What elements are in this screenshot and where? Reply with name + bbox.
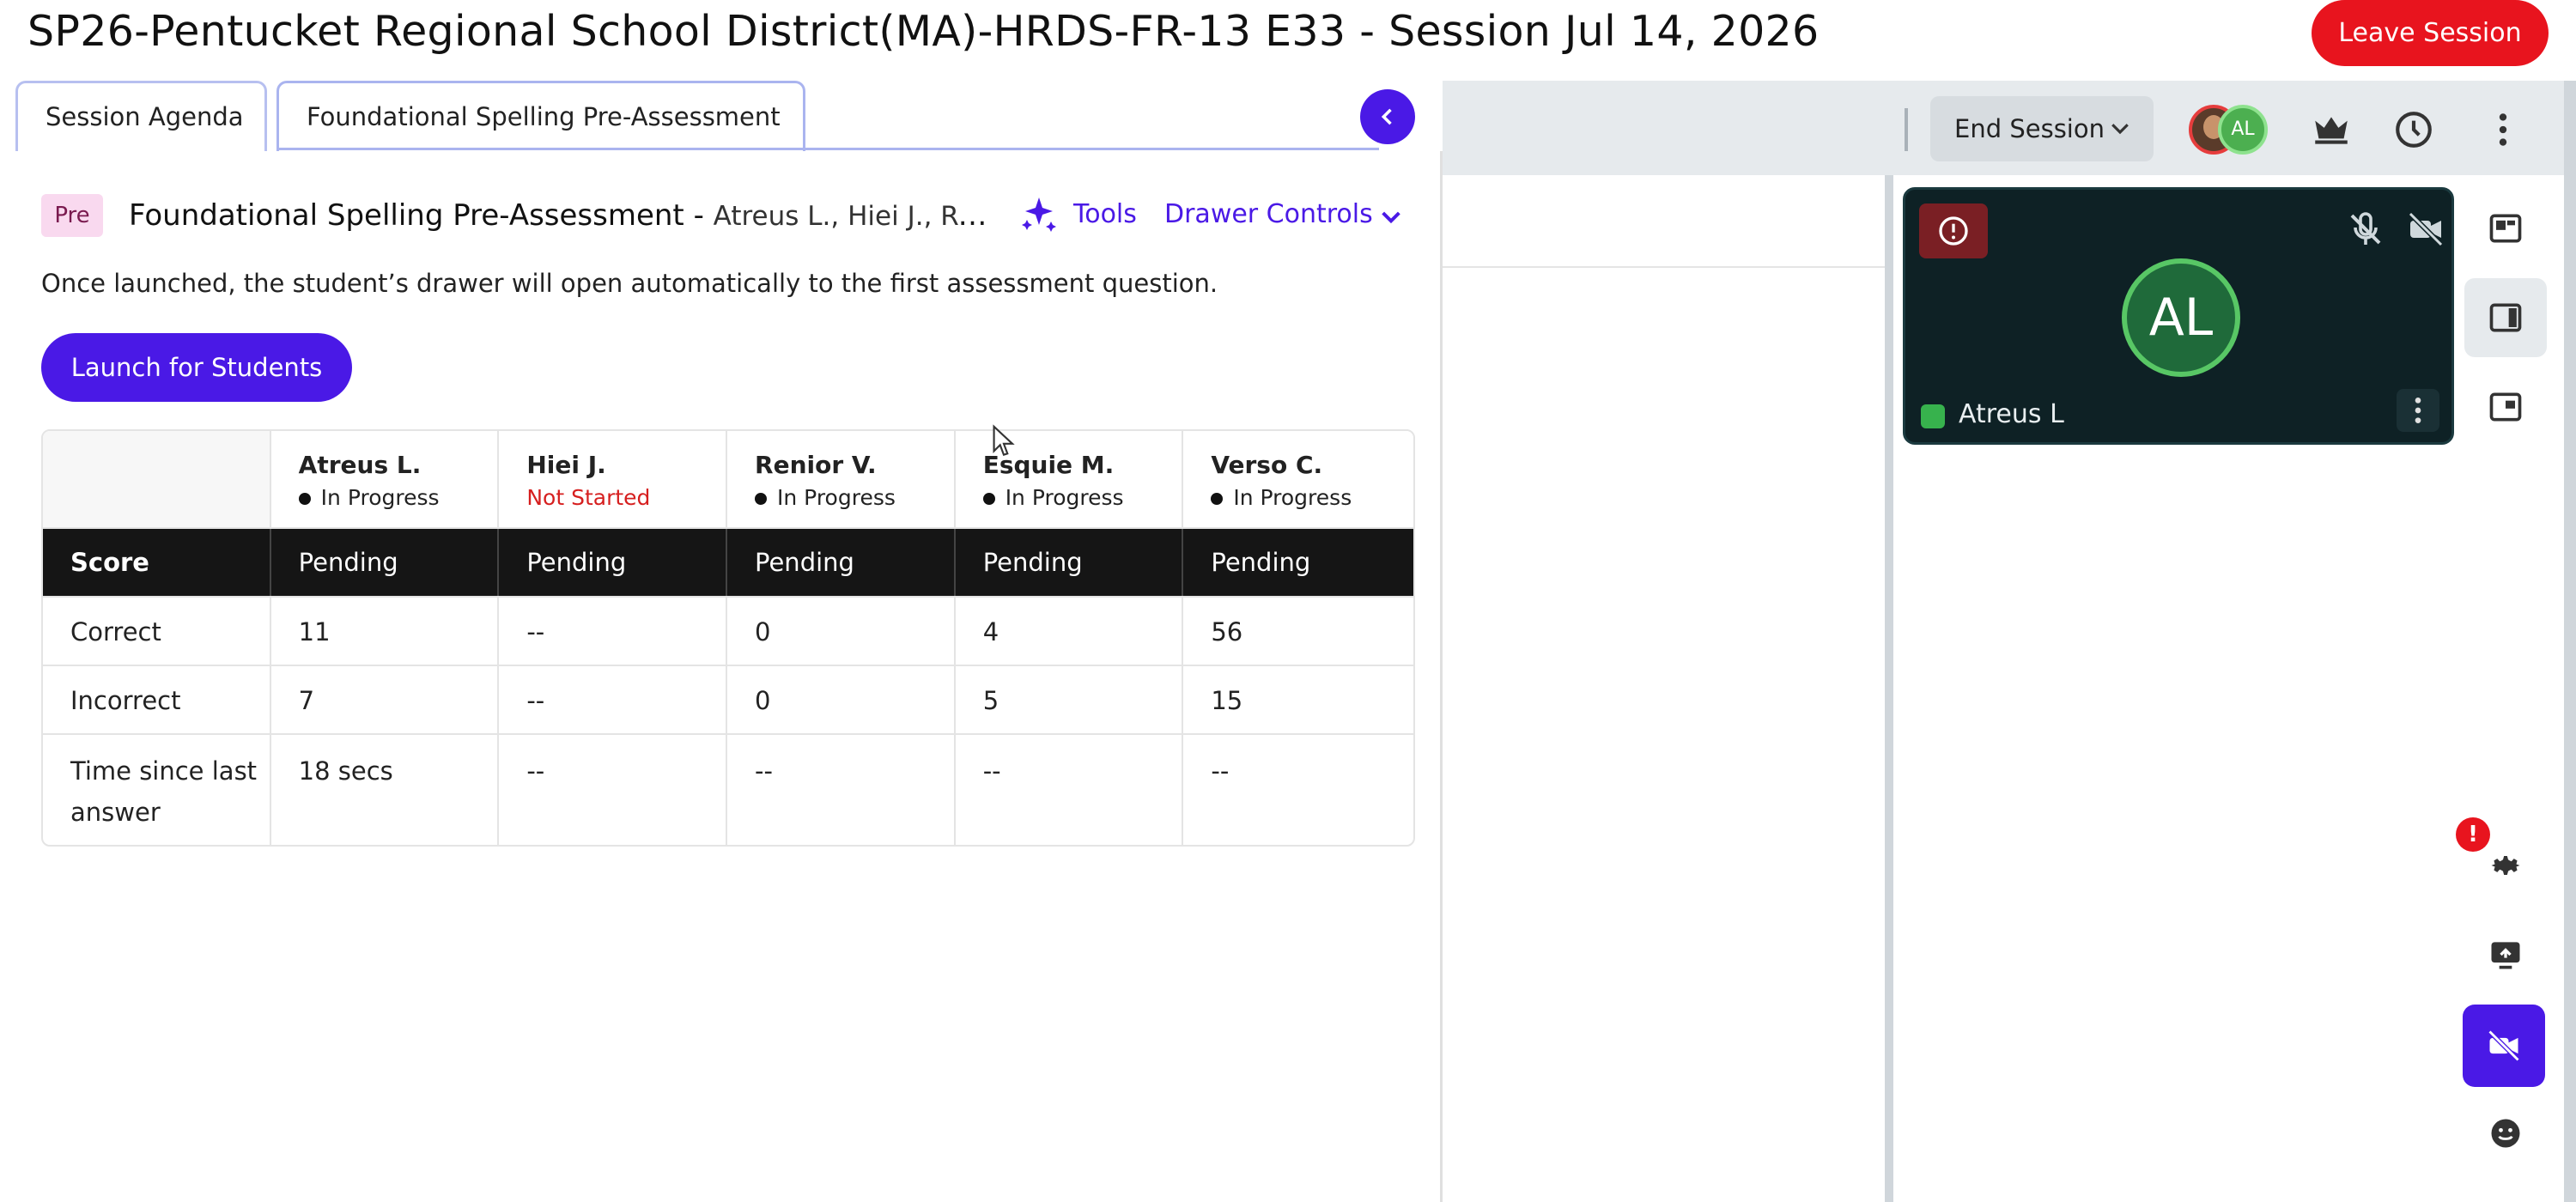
- clock-icon[interactable]: [2392, 108, 2435, 151]
- student-status: In Progress: [1211, 483, 1413, 513]
- camera-off-icon: [2408, 211, 2444, 247]
- table-corner-cell: [43, 431, 271, 527]
- row-label: Time since last answer: [43, 735, 271, 845]
- table-row: Time since last answer 18 secs -- -- -- …: [43, 735, 1413, 845]
- screen-share-icon[interactable]: [2487, 936, 2524, 974]
- student-name: Renior V.: [755, 451, 877, 479]
- camera-off-icon: [2488, 1029, 2520, 1062]
- pre-badge: Pre: [41, 194, 103, 237]
- chevron-left-icon: [1381, 108, 1392, 125]
- avatar[interactable]: AL: [2218, 105, 2268, 155]
- grid-layout-icon: [2489, 214, 2522, 243]
- participant-avatar: AL: [2122, 258, 2240, 377]
- table-row: Score Pending Pending Pending Pending Pe…: [43, 529, 1413, 598]
- app-header: SP26-Pentucket Regional School District(…: [0, 0, 2576, 81]
- collapse-drawer-button[interactable]: [1360, 89, 1415, 144]
- emoji-icon[interactable]: [2487, 1114, 2524, 1152]
- table-cell: 5: [956, 666, 1184, 733]
- toolbar-divider: [1905, 108, 1908, 151]
- table-cell: 11: [271, 598, 500, 665]
- table-cell: Pending: [956, 529, 1184, 596]
- page-title: SP26-Pentucket Regional School District(…: [27, 7, 1820, 56]
- sidebar-layout-icon: [2489, 303, 2522, 332]
- tile-more-button[interactable]: [2397, 389, 2439, 432]
- table-cell: Pending: [727, 529, 956, 596]
- student-status: Not Started: [526, 485, 651, 510]
- more-vertical-icon[interactable]: [2482, 108, 2524, 151]
- row-label: Incorrect: [43, 666, 271, 733]
- table-cell: --: [1211, 756, 1230, 786]
- table-cell: 7: [271, 666, 500, 733]
- row-label: Score: [43, 529, 271, 596]
- launch-for-students-button[interactable]: Launch for Students: [41, 333, 352, 402]
- end-session-button[interactable]: End Session: [1930, 96, 2154, 161]
- table-cell: --: [499, 735, 728, 845]
- table-row: Correct 11 -- 0 4 56: [43, 598, 1413, 666]
- alert-icon: [1939, 216, 1968, 246]
- stage-divider: [1443, 266, 1885, 268]
- student-header: Hiei J. Not Started: [499, 431, 728, 527]
- pip-layout-icon: [2489, 392, 2522, 422]
- students-summary: Atreus L., Hiei J., Re...: [713, 201, 987, 232]
- camera-toggle-button[interactable]: [2463, 1005, 2545, 1087]
- student-status: In Progress: [298, 483, 498, 513]
- assessment-title: Foundational Spelling Pre-Assessment - A…: [129, 194, 987, 238]
- notification-badge: !: [2456, 817, 2490, 852]
- alert-badge[interactable]: [1919, 203, 1988, 258]
- mic-off-icon: [2350, 212, 2381, 245]
- table-cell: --: [499, 598, 728, 665]
- tab-foundational-spelling[interactable]: Foundational Spelling Pre-Assessment: [276, 81, 805, 151]
- launch-info-text: Once launched, the student’s drawer will…: [41, 269, 1218, 298]
- gear-icon[interactable]: [2487, 847, 2524, 884]
- more-vertical-icon: [2415, 398, 2421, 423]
- table-cell: Pending: [271, 529, 500, 596]
- student-status: In Progress: [982, 483, 1182, 513]
- table-cell: 0: [727, 666, 956, 733]
- table-cell: 56: [1211, 617, 1243, 647]
- tab-session-agenda[interactable]: Session Agenda: [15, 81, 267, 151]
- end-session-label: End Session: [1954, 114, 2105, 143]
- table-cell: 15: [1211, 686, 1243, 715]
- table-cell: --: [956, 735, 1184, 845]
- video-tile[interactable]: AL Atreus L: [1903, 187, 2454, 445]
- participant-name: Atreus L: [1959, 399, 2064, 429]
- chevron-down-icon: [2111, 124, 2129, 135]
- table-cell: --: [499, 666, 728, 733]
- table-cell: Pending: [1211, 548, 1311, 577]
- student-header: Esquie M. In Progress: [956, 431, 1184, 527]
- student-name: Hiei J.: [526, 451, 606, 479]
- drawer-controls-link[interactable]: Drawer Controls: [1164, 194, 1373, 235]
- leave-session-button[interactable]: Leave Session: [2312, 0, 2549, 66]
- table-cell: 0: [727, 598, 956, 665]
- status-indicator: [1921, 404, 1945, 428]
- table-row: Incorrect 7 -- 0 5 15: [43, 666, 1413, 735]
- title-separator: -: [693, 198, 704, 233]
- stage-area: [1374, 175, 1885, 1202]
- chevron-down-icon[interactable]: [1377, 203, 1405, 230]
- row-label: Correct: [43, 598, 271, 665]
- assessment-name: Foundational Spelling Pre-Assessment: [129, 198, 684, 233]
- table-cell: 18 secs: [271, 735, 500, 845]
- score-table: Atreus L. In Progress Hiei J. Not Starte…: [41, 429, 1415, 847]
- student-name: Atreus L.: [298, 451, 422, 479]
- student-name: Verso C.: [1211, 451, 1323, 479]
- tools-link[interactable]: Tools: [1073, 194, 1137, 235]
- table-cell: Pending: [499, 529, 728, 596]
- student-header: Verso C. In Progress: [1183, 431, 1413, 527]
- crown-icon[interactable]: [2310, 108, 2353, 151]
- student-header: Renior V. In Progress: [727, 431, 956, 527]
- table-header-row: Atreus L. In Progress Hiei J. Not Starte…: [43, 431, 1413, 529]
- table-cell: --: [727, 735, 956, 845]
- table-cell: 4: [956, 598, 1184, 665]
- sparkle-icon[interactable]: [1018, 194, 1060, 235]
- mouse-cursor-icon: [993, 424, 1015, 457]
- tab-underline: [276, 148, 1379, 150]
- student-status: In Progress: [755, 483, 954, 513]
- student-header: Atreus L. In Progress: [271, 431, 500, 527]
